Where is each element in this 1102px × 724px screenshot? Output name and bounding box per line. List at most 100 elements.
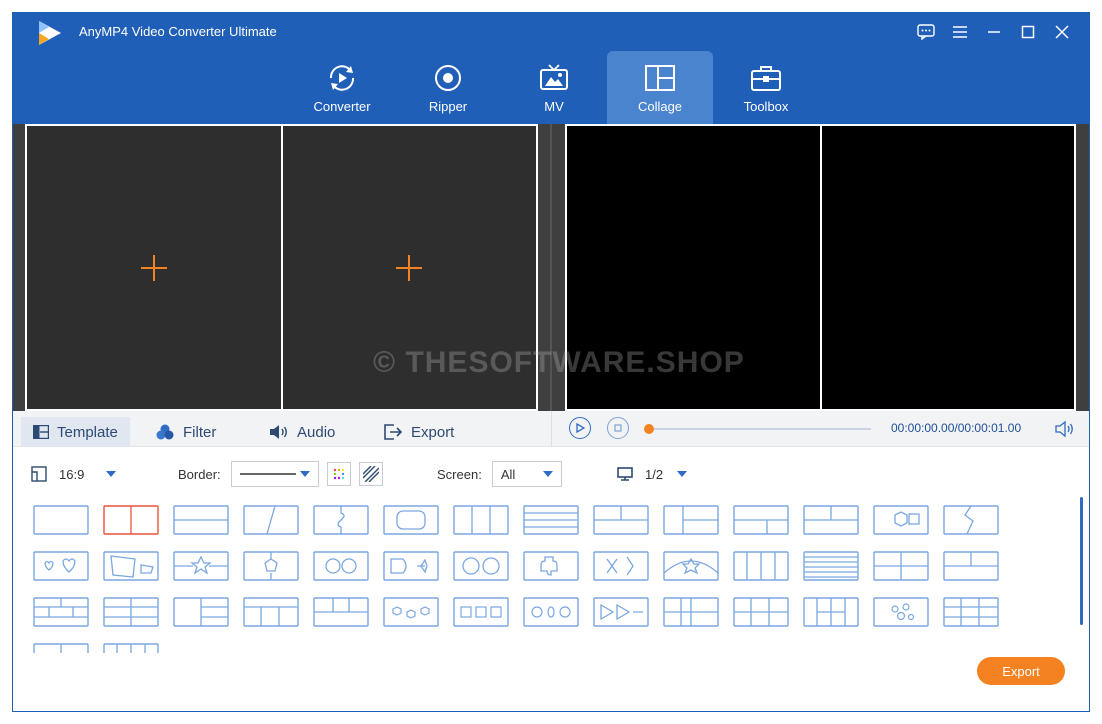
filter-icon <box>156 424 174 440</box>
nav-converter[interactable]: Converter <box>289 51 395 124</box>
menu-icon[interactable] <box>943 20 977 44</box>
template-option[interactable] <box>383 551 439 581</box>
template-option[interactable] <box>33 551 89 581</box>
template-option[interactable] <box>663 505 719 535</box>
color-palette-icon <box>333 468 344 480</box>
template-option[interactable] <box>103 597 159 627</box>
window-controls <box>909 20 1079 44</box>
progress-knob[interactable] <box>644 424 654 434</box>
border-color-button[interactable] <box>326 462 351 486</box>
template-option[interactable] <box>943 551 999 581</box>
app-window: AnyMP4 Video Converter Ultimate Converte… <box>12 12 1090 712</box>
template-option[interactable] <box>593 505 649 535</box>
minimize-icon[interactable] <box>977 20 1011 44</box>
maximize-icon[interactable] <box>1011 20 1045 44</box>
template-option[interactable] <box>243 505 299 535</box>
template-option[interactable] <box>103 643 159 653</box>
border-style-select[interactable] <box>230 461 319 487</box>
add-media-icon[interactable] <box>395 254 423 282</box>
border-label: Border: <box>178 466 221 482</box>
tab-template[interactable]: Template <box>21 417 130 447</box>
tab-filter-label: Filter <box>183 423 217 441</box>
nav-mv-label: MV <box>544 99 564 114</box>
template-option[interactable] <box>453 597 509 627</box>
template-option[interactable] <box>313 551 369 581</box>
template-option[interactable] <box>803 597 859 627</box>
template-option[interactable] <box>33 643 89 653</box>
app-title: AnyMP4 Video Converter Ultimate <box>79 24 277 39</box>
template-option[interactable] <box>803 505 859 535</box>
converter-icon <box>329 65 355 91</box>
time-display: 00:00:00.00/00:00:01.00 <box>891 421 1022 435</box>
main-nav: Converter Ripper MV Collage Toolbox <box>289 51 819 124</box>
tab-filter[interactable]: Filter <box>143 417 228 447</box>
template-option[interactable] <box>313 597 369 627</box>
template-option[interactable] <box>103 551 159 581</box>
edit-tabs: Template Filter Audio Export <box>13 411 551 447</box>
template-option[interactable] <box>663 597 719 627</box>
close-icon[interactable] <box>1045 20 1079 44</box>
template-option[interactable] <box>243 597 299 627</box>
play-button[interactable] <box>569 417 591 439</box>
tab-audio[interactable]: Audio <box>257 417 347 447</box>
template-option[interactable] <box>173 551 229 581</box>
nav-collage[interactable]: Collage <box>607 51 713 124</box>
template-option[interactable] <box>663 551 719 581</box>
template-option[interactable] <box>173 505 229 535</box>
template-option[interactable] <box>733 551 789 581</box>
nav-ripper-label: Ripper <box>428 99 468 114</box>
page-control[interactable]: 1/2 <box>617 457 688 491</box>
progress-track[interactable] <box>644 424 871 434</box>
template-option[interactable] <box>453 505 509 535</box>
preview-area: © THESOFTWARE.SHOP <box>13 124 1089 411</box>
template-option[interactable] <box>173 597 229 627</box>
nav-collage-label: Collage <box>637 99 683 114</box>
tab-export[interactable]: Export <box>371 417 466 447</box>
template-option[interactable] <box>383 597 439 627</box>
template-option[interactable] <box>103 505 159 535</box>
export-icon <box>384 424 403 440</box>
template-option[interactable] <box>943 597 999 627</box>
nav-toolbox[interactable]: Toolbox <box>713 51 819 124</box>
aspect-ratio-icon <box>31 466 47 482</box>
aspect-ratio-control[interactable]: 16:9 <box>31 457 117 491</box>
nav-mv[interactable]: MV <box>501 51 607 124</box>
template-scrollbar[interactable] <box>1080 497 1083 625</box>
template-option[interactable] <box>523 505 579 535</box>
tab-template-label: Template <box>57 423 118 441</box>
preview-cell-2 <box>819 126 1074 409</box>
export-button[interactable]: Export <box>977 657 1065 685</box>
feedback-icon[interactable] <box>909 20 943 44</box>
screen-label: Screen: <box>437 466 482 482</box>
stop-button[interactable] <box>607 417 629 439</box>
toolbox-icon <box>751 66 781 91</box>
template-option[interactable] <box>733 597 789 627</box>
monitor-icon <box>617 467 633 481</box>
add-media-icon[interactable] <box>140 254 168 282</box>
template-option[interactable] <box>593 597 649 627</box>
stop-icon <box>614 424 622 432</box>
template-option[interactable] <box>33 505 89 535</box>
template-option[interactable] <box>873 551 929 581</box>
template-option[interactable] <box>593 551 649 581</box>
aspect-ratio-value: 16:9 <box>59 466 85 482</box>
template-option[interactable] <box>33 597 89 627</box>
volume-icon[interactable] <box>1055 420 1075 438</box>
template-option[interactable] <box>803 551 859 581</box>
screen-select[interactable]: All <box>491 461 562 487</box>
template-option[interactable] <box>523 597 579 627</box>
template-option[interactable] <box>313 505 369 535</box>
border-pattern-button[interactable] <box>358 462 383 486</box>
template-option[interactable] <box>873 597 929 627</box>
collage-cell-1[interactable] <box>27 126 281 409</box>
template-option[interactable] <box>943 505 999 535</box>
nav-ripper[interactable]: Ripper <box>395 51 501 124</box>
border-line-icon <box>239 473 296 475</box>
template-option[interactable] <box>733 505 789 535</box>
screen-control: Screen: All <box>437 457 562 491</box>
template-option[interactable] <box>453 551 509 581</box>
template-option[interactable] <box>243 551 299 581</box>
template-option[interactable] <box>383 505 439 535</box>
template-option[interactable] <box>873 505 929 535</box>
template-option[interactable] <box>523 551 579 581</box>
